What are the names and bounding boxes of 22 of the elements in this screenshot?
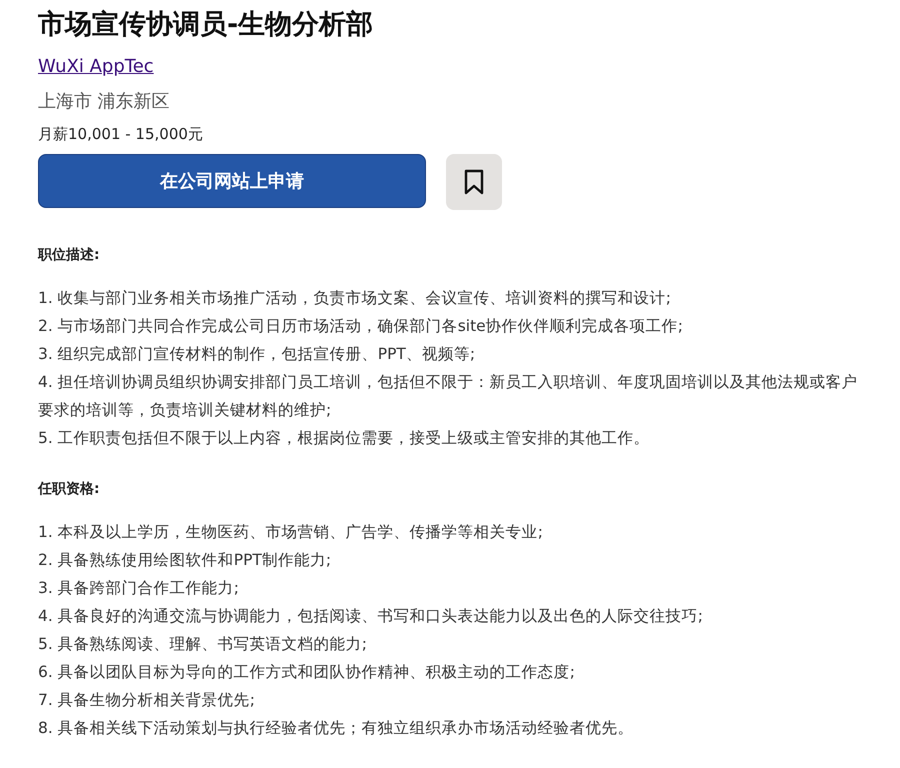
list-item: 5. 具备熟练阅读、理解、书写英语文档的能力; xyxy=(38,634,367,655)
list-item: 5. 工作职责包括但不限于以上内容，根据岗位需要，接受上级或主管安排的其他工作。 xyxy=(38,428,650,449)
job-title: 市场宣传协调员-生物分析部 xyxy=(38,8,374,42)
list-item: 8. 具备相关线下活动策划与执行经验者优先；有独立组织承办市场活动经验者优先。 xyxy=(38,718,634,739)
list-item: 1. 本科及以上学历，生物医药、市场营销、广告学、传播学等相关专业; xyxy=(38,522,543,543)
location-text: 上海市 浦东新区 xyxy=(38,90,170,113)
company-link[interactable]: WuXi AppTec xyxy=(38,56,154,77)
list-item: 1. 收集与部门业务相关市场推广活动，负责市场文案、会议宣传、培训资料的撰写和设计; xyxy=(38,288,671,309)
bookmark-button[interactable] xyxy=(446,154,502,210)
list-item: 2. 具备熟练使用绘图软件和PPT制作能力; xyxy=(38,550,332,571)
list-item: 2. 与市场部门共同合作完成公司日历市场活动，确保部门各site协作伙伴顺利完成各项工作; xyxy=(38,316,683,337)
apply-button[interactable]: 在公司网站上申请 xyxy=(38,154,426,208)
section-heading: 职位描述: xyxy=(38,246,100,264)
list-item: 4. 担任培训协调员组织协调安排部门员工培训，包括但不限于：新员工入职培训、年度巩固培训以及其他法规或客户要求的培训等，负责培训关键材料的维护; xyxy=(38,372,859,421)
list-item: 3. 具备跨部门合作工作能力; xyxy=(38,578,239,599)
list-item: 4. 具备良好的沟通交流与协调能力，包括阅读、书写和口头表达能力以及出色的人际交往技巧; xyxy=(38,606,703,627)
bookmark-icon xyxy=(463,169,485,195)
section-heading: 任职资格: xyxy=(38,480,100,498)
list-item: 3. 组织完成部门宣传材料的制作，包括宣传册、PPT、视频等; xyxy=(38,344,476,365)
salary-text: 月薪10,001 - 15,000元 xyxy=(38,125,203,144)
list-item: 7. 具备生物分析相关背景优先; xyxy=(38,690,255,711)
list-item: 6. 具备以团队目标为导向的工作方式和团队协作精神、积极主动的工作态度; xyxy=(38,662,575,683)
